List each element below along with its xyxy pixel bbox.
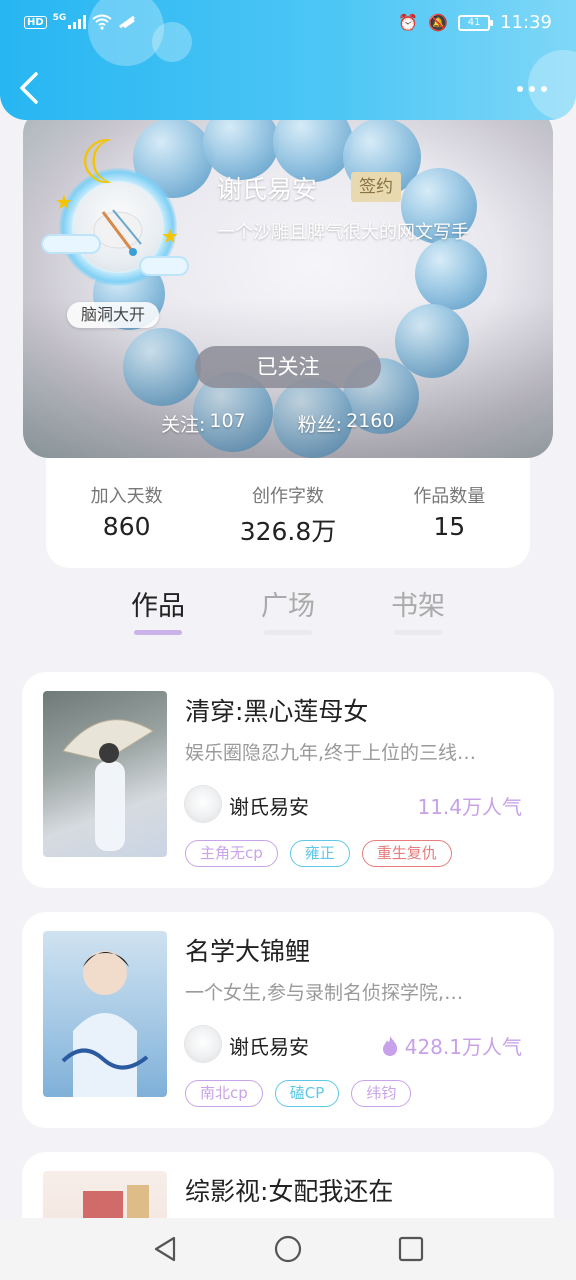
profile-hero: ☾ ★ ★ 脑洞大开 谢氏易安 签约 一个沙雕且脾气很大的网文写手 已关注 关注…: [23, 108, 553, 458]
more-dots-icon: [517, 86, 547, 92]
tag-chip[interactable]: 重生复仇: [361, 840, 452, 867]
tab-indicator: [394, 630, 442, 635]
tag-chip[interactable]: 雍正: [289, 840, 350, 867]
stat-label: 加入天数: [90, 486, 163, 507]
book-description: 一个女生,参与录制名侦探学院,…: [185, 982, 464, 1004]
tag-chip[interactable]: 纬钧: [351, 1080, 412, 1107]
stat-value: 15: [433, 512, 466, 541]
triangle-back-icon: [154, 1236, 176, 1262]
fans-value: 2160: [346, 410, 395, 432]
star-icon: ★: [55, 190, 73, 214]
back-button[interactable]: [16, 70, 48, 110]
top-bar: HD 5G ⏰ 🔕 41 11:39: [0, 0, 576, 120]
flame-icon: [382, 1035, 397, 1056]
stat-label: 创作字数: [251, 486, 324, 507]
avatar-badge: 脑洞大开: [67, 302, 160, 328]
author-name[interactable]: 谢氏易安: [229, 1031, 309, 1060]
network-label: 5G: [52, 13, 67, 23]
author-name[interactable]: 谢氏易安: [229, 791, 309, 820]
nav-recents-button[interactable]: [396, 1234, 426, 1264]
book-title[interactable]: 清穿:黑心莲母女: [185, 692, 368, 728]
stat-value: 326.8万: [239, 517, 337, 546]
hd-icon: HD: [24, 15, 47, 29]
following-count[interactable]: 关注: 107: [161, 410, 246, 437]
stat-word-count: 创作字数 326.8万: [213, 482, 363, 568]
signal-strength-icon: [119, 15, 136, 29]
author-avatar: [185, 1026, 221, 1062]
book-card[interactable]: 名学大锦鲤 一个女生,参与录制名侦探学院,… 谢氏易安 428.1万人气 南北c…: [22, 912, 554, 1128]
tab-plaza[interactable]: 广场: [248, 584, 328, 623]
cover-portrait-icon: [61, 951, 149, 1097]
system-nav-bar: [0, 1218, 576, 1280]
tab-indicator: [264, 630, 312, 635]
popularity: 11.4万人气: [417, 791, 522, 820]
profile-bio: 一个沙雕且脾气很大的网文写手: [217, 222, 469, 243]
following-label: 关注:: [161, 414, 206, 436]
tag-chip[interactable]: 主角无cp: [185, 840, 278, 867]
tag-chip[interactable]: 磕CP: [274, 1080, 340, 1107]
tag-list: 南北cp 磕CP 纬钧: [185, 1080, 412, 1107]
book-cover[interactable]: [43, 931, 167, 1097]
follow-button[interactable]: 已关注: [195, 346, 381, 388]
tab-active-indicator: [134, 630, 182, 635]
book-cover[interactable]: [43, 691, 167, 857]
popularity-value: 11.4万人气: [417, 795, 522, 819]
author-avatar: [185, 786, 221, 822]
stats-card: 加入天数 860 创作字数 326.8万 作品数量 15: [46, 454, 530, 568]
stat-label: 作品数量: [413, 486, 486, 507]
popularity-value: 428.1万人气: [404, 1035, 522, 1059]
stat-value: 860: [102, 512, 151, 541]
tab-bar: 作品 广场 书架: [0, 578, 576, 648]
following-value: 107: [209, 410, 246, 432]
wifi-icon: [92, 14, 112, 30]
fans-label: 粉丝:: [297, 414, 343, 436]
book-card[interactable]: 清穿:黑心莲母女 娱乐圈隐忍九年,终于上位的三线… 谢氏易安 11.4万人气 主…: [22, 672, 554, 888]
signed-badge: 签约: [351, 172, 401, 202]
star-icon: ★: [161, 224, 179, 248]
fans-count[interactable]: 粉丝: 2160: [298, 410, 395, 437]
status-bar: HD 5G ⏰ 🔕 41 11:39: [0, 10, 576, 42]
book-title[interactable]: 综影视:女配我还在: [185, 1172, 393, 1208]
cloud-icon: [43, 236, 99, 252]
popularity: 428.1万人气: [381, 1031, 522, 1060]
battery-icon: 41: [458, 14, 494, 31]
nav-back-button[interactable]: [150, 1234, 180, 1264]
follow-counts: 关注: 107 粉丝: 2160: [161, 410, 394, 437]
cloud-icon: [141, 258, 187, 274]
tab-bookshelf[interactable]: 书架: [378, 584, 458, 623]
circle-home-icon: [274, 1235, 302, 1263]
alarm-icon: ⏰: [398, 13, 419, 32]
book-title[interactable]: 名学大锦鲤: [185, 932, 310, 968]
stat-works-count: 作品数量 15: [374, 482, 524, 568]
square-recents-icon: [398, 1236, 424, 1262]
mute-icon: 🔕: [428, 13, 449, 32]
profile-name: 谢氏易安: [217, 175, 318, 204]
cover-fan-icon: [62, 719, 154, 851]
tab-works[interactable]: 作品: [118, 584, 198, 623]
book-description: 娱乐圈隐忍九年,终于上位的三线…: [185, 742, 477, 764]
clock: 11:39: [500, 12, 552, 33]
moon-icon: ☾: [79, 128, 133, 198]
signal-icon: [68, 15, 87, 29]
nav-home-button[interactable]: [273, 1234, 303, 1264]
more-button[interactable]: [516, 76, 552, 100]
chevron-left-icon: [20, 72, 38, 104]
tag-chip[interactable]: 南北cp: [185, 1080, 263, 1107]
tag-list: 主角无cp 雍正 重生复仇: [185, 840, 452, 867]
stat-join-days: 加入天数 860: [52, 482, 202, 568]
